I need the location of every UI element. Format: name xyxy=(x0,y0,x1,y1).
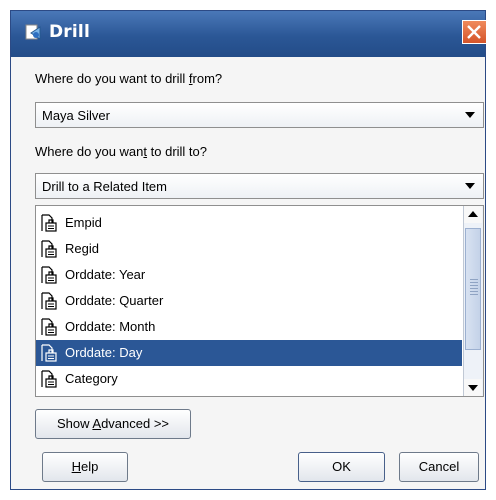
list-item-label: Orddate: Day xyxy=(65,345,143,360)
list-item[interactable]: Orddate: Month xyxy=(36,314,462,340)
scroll-thumb[interactable] xyxy=(465,228,481,350)
window-title: Drill xyxy=(49,22,90,42)
list-item-label: Orddate: Month xyxy=(65,319,156,334)
help-button[interactable]: Help xyxy=(42,452,128,482)
item-icon xyxy=(41,344,57,362)
related-items-list[interactable]: Empid Regid Orddate: Year Orddate: Quarter O… xyxy=(35,205,484,397)
ok-button[interactable]: OK xyxy=(298,452,385,482)
list-item-label: Regid xyxy=(65,241,99,256)
title-bar[interactable]: Drill xyxy=(11,11,486,57)
item-icon xyxy=(41,370,57,388)
drill-from-select[interactable]: Maya Silver xyxy=(35,102,484,128)
grip-icon xyxy=(470,279,478,297)
drill-window-icon xyxy=(25,24,41,40)
drill-to-select[interactable]: Drill to a Related Item xyxy=(35,173,484,199)
close-button[interactable] xyxy=(462,20,486,44)
drill-to-label: Where do you want to drill to? xyxy=(35,144,208,159)
show-advanced-button[interactable]: Show Advanced >> xyxy=(35,409,191,439)
cancel-button[interactable]: Cancel xyxy=(399,452,479,482)
item-icon xyxy=(41,292,57,310)
arrow-down-icon xyxy=(468,385,478,391)
drill-from-label: Where do you want to drill from? xyxy=(35,71,223,86)
chevron-down-icon xyxy=(465,112,475,118)
list-item-label: Category xyxy=(65,371,118,386)
list-item-label: Orddate: Year xyxy=(65,267,146,282)
vertical-scrollbar[interactable] xyxy=(463,206,483,396)
item-icon xyxy=(41,318,57,336)
scroll-down-button[interactable] xyxy=(464,379,482,396)
drill-to-value: Drill to a Related Item xyxy=(42,179,167,194)
drill-from-value: Maya Silver xyxy=(42,108,110,123)
list-item-label: Orddate: Quarter xyxy=(65,293,164,308)
list-item[interactable]: Regid xyxy=(36,236,462,262)
arrow-up-icon xyxy=(468,211,478,217)
close-icon xyxy=(467,25,481,39)
list-item[interactable]: Orddate: Quarter xyxy=(36,288,462,314)
list-item[interactable]: Category xyxy=(36,366,462,392)
list-item[interactable]: Empid xyxy=(36,210,462,236)
scroll-up-button[interactable] xyxy=(464,206,482,223)
drill-dialog: Drill Where do you want to drill from? M… xyxy=(10,10,486,490)
item-icon xyxy=(41,240,57,258)
item-icon xyxy=(41,266,57,284)
list-item[interactable]: Orddate: Day xyxy=(36,340,462,366)
item-icon xyxy=(41,214,57,232)
chevron-down-icon xyxy=(465,183,475,189)
list-item-label: Empid xyxy=(65,215,102,230)
list-item[interactable]: Orddate: Year xyxy=(36,262,462,288)
